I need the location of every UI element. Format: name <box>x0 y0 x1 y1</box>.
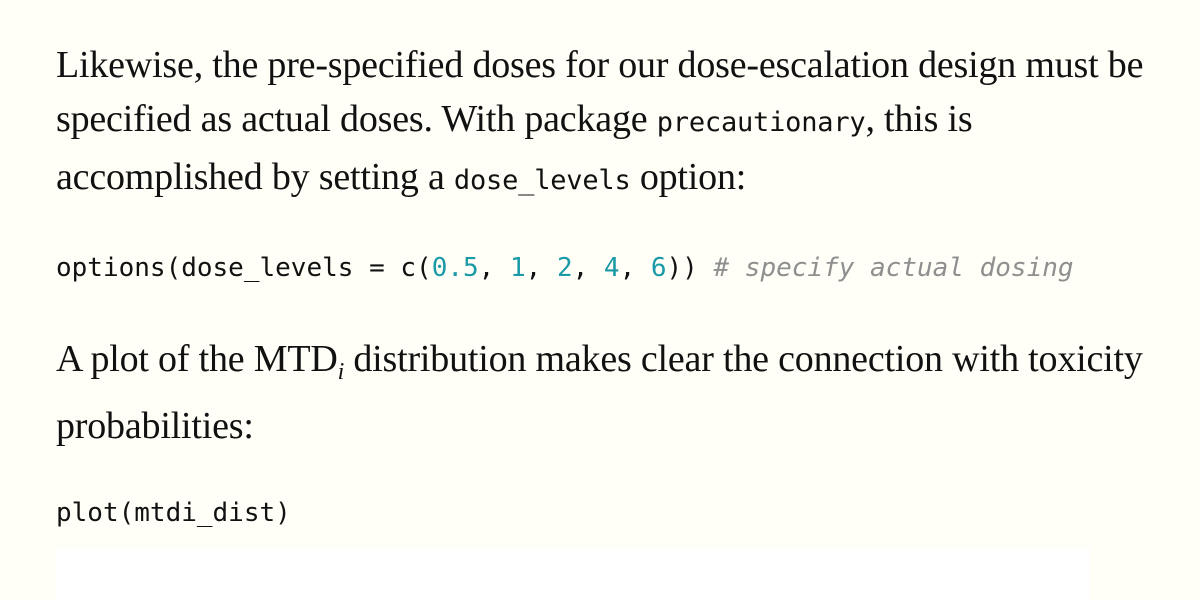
code-block-options: options(dose_levels = c(0.5, 1, 2, 4, 6)… <box>56 252 1186 284</box>
code-comment: # specify actual dosing <box>713 253 1074 283</box>
code-text: , <box>619 253 651 283</box>
code-text: )) <box>666 253 714 283</box>
code-text: , <box>525 253 557 283</box>
paragraph-mtd-plot: A plot of the MTDi distribution makes cl… <box>56 332 1186 453</box>
code-block-plot: plot(mtdi_dist) <box>56 497 1186 529</box>
paragraph-text: A plot of the MTD <box>56 338 338 380</box>
paragraph-text: Likewise, the pre-specified doses for ou… <box>56 44 1144 140</box>
paragraph-text: option: <box>630 156 747 198</box>
code-number: 6 <box>650 253 667 283</box>
inline-code-package: precautionary <box>656 107 866 138</box>
code-text: , <box>478 253 510 283</box>
paragraph-dose-levels: Likewise, the pre-specified doses for ou… <box>56 38 1186 208</box>
code-number: 0.5 <box>431 253 479 283</box>
article-content: Likewise, the pre-specified doses for ou… <box>56 38 1186 529</box>
code-text: , <box>572 253 604 283</box>
code-text: options(dose_levels = c( <box>56 253 432 283</box>
code-text: plot(mtdi_dist) <box>56 498 291 528</box>
code-number: 4 <box>603 253 620 283</box>
plot-output-area <box>56 548 1090 600</box>
inline-code-option: dose_levels <box>453 165 631 196</box>
code-number: 2 <box>556 253 573 283</box>
code-number: 1 <box>509 253 526 283</box>
